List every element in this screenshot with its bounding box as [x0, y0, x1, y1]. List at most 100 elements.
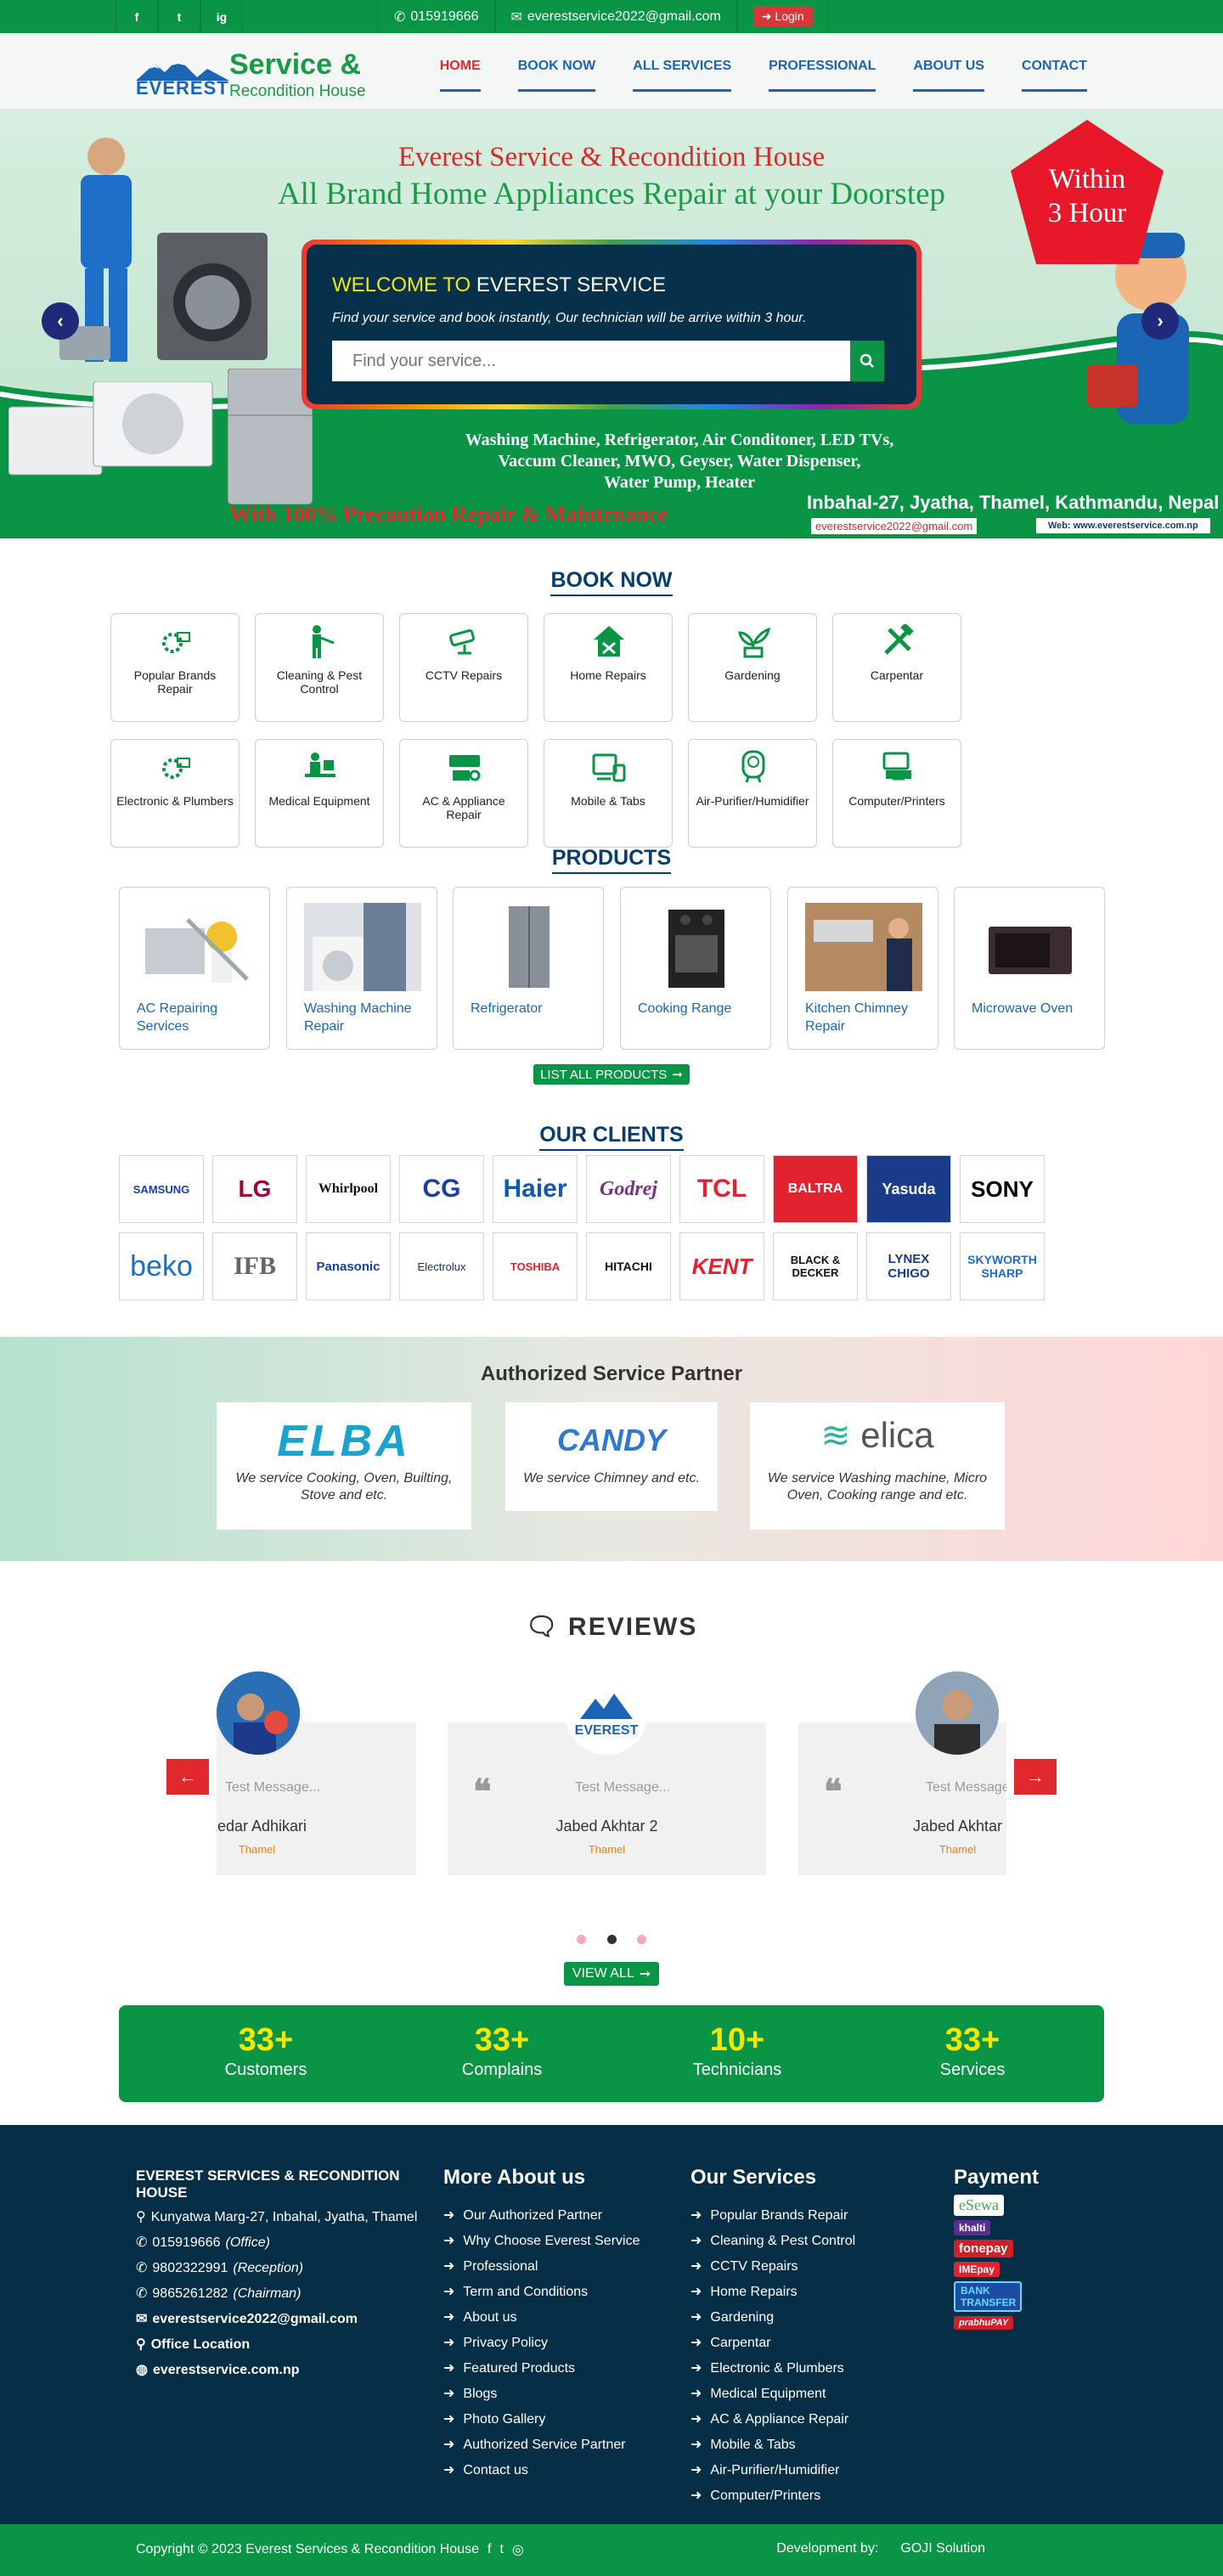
twitter-icon[interactable]: t: [499, 2542, 503, 2557]
footer-more-link[interactable]: ➜ Contact us: [443, 2458, 640, 2483]
pagination-dot[interactable]: [577, 1935, 587, 1944]
partner-card-candy[interactable]: CANDY We service Chimney and etc.: [505, 1402, 718, 1511]
book-card-medical[interactable]: Medical Equipment: [255, 739, 384, 848]
product-card-chimney[interactable]: Kitchen Chimney Repair: [787, 887, 938, 1050]
footer-more-link[interactable]: ➜ Term and Conditions: [443, 2280, 640, 2305]
service-search-input[interactable]: [332, 341, 850, 381]
book-card-electronic[interactable]: Electronic & Plumbers: [110, 739, 240, 848]
login-button[interactable]: ➜ Login: [752, 7, 813, 26]
clients-section: OUR CLIENTS SAMSUNG LG Whirlpool CG Haie…: [0, 1116, 1223, 1337]
hero-precaution-text: With 100% Precaution Repair & Maintenanc…: [229, 502, 668, 527]
nav-professional[interactable]: PROFESSIONAL: [769, 59, 876, 92]
footer-phone[interactable]: ✆ 9865261282 (Chairman): [136, 2281, 425, 2307]
footer-office-location[interactable]: ⚲ Office Location: [136, 2332, 425, 2358]
dev-name[interactable]: GOJI Solution: [900, 2541, 985, 2556]
hero-prev-arrow-icon[interactable]: ‹: [42, 302, 79, 340]
reviews-carousel: ❝ Test Message... Kedar Adhikari Thamel …: [217, 1671, 1006, 1875]
chevron-right-icon: ➜: [443, 2387, 455, 2401]
product-card-cooking-range[interactable]: Cooking Range: [620, 887, 771, 1050]
footer-more-link[interactable]: ➜ Professional: [443, 2254, 640, 2280]
footer-more-link[interactable]: ➜ Featured Products: [443, 2356, 640, 2382]
instagram-icon[interactable]: ig: [200, 0, 243, 33]
chevron-right-icon: ➜: [690, 2387, 702, 2401]
nav-all-services[interactable]: ALL SERVICES: [633, 59, 732, 92]
esewa-logo: eSewa: [954, 2195, 1004, 2216]
book-card-popular-brands[interactable]: Popular Brands Repair: [110, 613, 240, 722]
view-all-wrap: VIEW ALL ➞: [0, 1962, 1223, 1986]
chevron-right-icon: ➜: [690, 2310, 702, 2325]
book-card-cctv[interactable]: CCTV Repairs: [399, 613, 528, 722]
nav-home[interactable]: HOME: [439, 59, 481, 92]
footer-service-link[interactable]: ➜ CCTV Repairs: [690, 2254, 855, 2280]
footer-service-link[interactable]: ➜ Computer/Printers: [690, 2483, 855, 2509]
pagination-dot-active[interactable]: [606, 1935, 617, 1944]
product-label: Microwave Oven: [972, 1001, 1074, 1016]
chevron-right-icon: ➜: [690, 2259, 702, 2274]
pagination-dot[interactable]: [636, 1935, 646, 1944]
review-next-arrow-icon[interactable]: →: [1014, 1759, 1057, 1795]
footer-website[interactable]: ◍ everestservice.com.np: [136, 2358, 425, 2383]
footer-more-link[interactable]: ➜ Blogs: [443, 2382, 640, 2407]
footer-service-link[interactable]: ➜ Home Repairs: [690, 2280, 855, 2305]
reviews-title-text: REVIEWS: [568, 1613, 698, 1641]
footer-more-link[interactable]: ➜ About us: [443, 2305, 640, 2331]
twitter-icon[interactable]: t: [158, 0, 200, 33]
list-all-products-button[interactable]: LIST ALL PRODUCTS ➞: [533, 1064, 690, 1085]
clients-title: OUR CLIENTS: [0, 1123, 1223, 1151]
list-all-wrap: LIST ALL PRODUCTS ➞: [0, 1064, 1223, 1085]
view-all-button[interactable]: VIEW ALL ➞: [563, 1962, 660, 1986]
footer-service-link[interactable]: ➜ Medical Equipment: [690, 2382, 855, 2407]
footer-more-link[interactable]: ➜ Photo Gallery: [443, 2407, 640, 2432]
book-card-home-repairs[interactable]: Home Repairs: [544, 613, 673, 722]
client-logo-beko: beko: [119, 1232, 204, 1300]
footer-more-link[interactable]: ➜ Why Choose Everest Service: [443, 2229, 640, 2254]
comments-icon: 🗨: [525, 1613, 569, 1641]
facebook-icon[interactable]: f: [116, 0, 158, 33]
nav-contact[interactable]: CONTACT: [1021, 59, 1087, 92]
footer-service-link[interactable]: ➜ Gardening: [690, 2305, 855, 2331]
product-card-ac[interactable]: AC Repairing Services: [119, 887, 270, 1050]
footer-more-link[interactable]: ➜ Our Authorized Partner: [443, 2203, 640, 2229]
footer-phone[interactable]: ✆ 9802322991 (Reception): [136, 2256, 425, 2281]
search-button[interactable]: [850, 341, 884, 381]
instagram-icon[interactable]: ◎: [512, 2541, 524, 2558]
client-name: CG: [422, 1175, 461, 1203]
top-email[interactable]: ✉ everestservice2022@gmail.com: [494, 0, 737, 33]
footer-service-link[interactable]: ➜ Popular Brands Repair: [690, 2203, 855, 2229]
footer-service-link[interactable]: ➜ AC & Appliance Repair: [690, 2407, 855, 2432]
book-card-computer[interactable]: Computer/Printers: [832, 739, 961, 848]
book-card-carpentar[interactable]: Carpentar: [832, 613, 961, 722]
nav-book-now[interactable]: BOOK NOW: [517, 59, 596, 92]
book-card-cleaning[interactable]: Cleaning & Pest Control: [255, 613, 384, 722]
footer-service-link-label: Carpentar: [710, 2336, 771, 2350]
book-card-gardening[interactable]: Gardening: [688, 613, 817, 722]
book-card-mobile[interactable]: Mobile & Tabs: [544, 739, 673, 848]
footer-service-link[interactable]: ➜ Carpentar: [690, 2331, 855, 2356]
product-card-washing[interactable]: Washing Machine Repair: [286, 887, 437, 1050]
facebook-icon[interactable]: f: [488, 2542, 491, 2557]
footer-service-link[interactable]: ➜ Cleaning & Pest Control: [690, 2229, 855, 2254]
footer-service-link-label: Electronic & Plumbers: [710, 2361, 844, 2376]
book-card-ac-appliance[interactable]: AC & Appliance Repair: [399, 739, 528, 848]
hero-next-arrow-icon[interactable]: ›: [1141, 302, 1179, 340]
footer-email[interactable]: ✉ everestservice2022@gmail.com: [136, 2307, 425, 2332]
view-all-label: VIEW ALL: [572, 1966, 634, 1981]
review-prev-arrow-icon[interactable]: ←: [166, 1759, 209, 1795]
partner-card-elica[interactable]: ≋ elica We service Washing machine, Micr…: [750, 1402, 1005, 1530]
footer-service-link[interactable]: ➜ Electronic & Plumbers: [690, 2356, 855, 2382]
footer-service-link[interactable]: ➜ Air-Purifier/Humidifier: [690, 2458, 855, 2483]
site-logo[interactable]: Service & EVEREST Recondition House: [136, 48, 382, 100]
footer-phone[interactable]: ✆ 015919666 (Office): [136, 2230, 425, 2256]
top-phone[interactable]: ✆ 015919666: [378, 0, 495, 33]
footer-more-link[interactable]: ➜ Authorized Service Partner: [443, 2432, 640, 2458]
nav-about-us[interactable]: ABOUT US: [913, 59, 984, 92]
footer-more-link[interactable]: ➜ Privacy Policy: [443, 2331, 640, 2356]
product-card-microwave[interactable]: Microwave Oven: [954, 887, 1105, 1050]
footer-service-link[interactable]: ➜ Mobile & Tabs: [690, 2432, 855, 2458]
review-pagination: [0, 1933, 1223, 1948]
partner-card-elba[interactable]: ELBA We service Cooking, Oven, Builting,…: [217, 1402, 471, 1530]
products-title-text: PRODUCTS: [551, 846, 672, 874]
product-card-refrigerator[interactable]: Refrigerator: [453, 887, 604, 1050]
book-card-air-purifier[interactable]: Air-Purifier/Humidifier: [688, 739, 817, 848]
client-logo-lynex-chigo: LYNEX CHIGO: [866, 1232, 951, 1300]
